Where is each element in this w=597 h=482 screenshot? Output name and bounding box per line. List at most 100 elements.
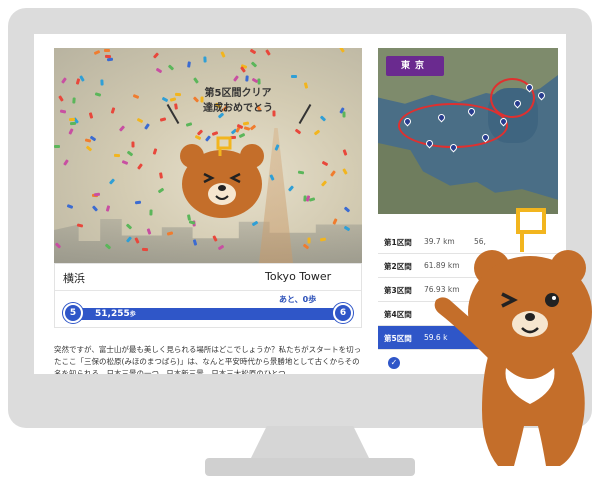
confetti-piece [94,192,101,197]
confetti-piece [187,61,192,68]
section-label: 第2区間 [384,262,412,271]
confetti-piece [91,204,98,212]
confetti-piece [113,153,121,157]
confetti-piece [105,205,111,212]
confetti-piece [161,96,169,103]
confetti-piece [212,234,219,242]
remaining-steps: あと、0歩 [279,295,317,304]
congrats-slash-right [298,103,312,125]
confetti-piece [126,150,134,157]
confetti-piece [265,49,272,56]
confetti-piece [132,94,140,100]
route-progress-card: 横浜 Tokyo Tower あと、0歩 5 6 51,255歩 [54,263,362,328]
confetti-piece [321,180,328,188]
confetti-piece [342,149,348,156]
confetti-piece [249,124,256,131]
confetti-piece [131,141,135,148]
confetti-piece [232,74,239,82]
confetti-piece [85,145,93,152]
check-icon: ✓ [388,357,400,369]
confetti-piece [192,77,199,85]
step-count-value: 51,255 [95,309,130,319]
section-label: 第1区間 [384,238,412,247]
start-node: 5 [63,303,83,323]
confetti-piece [66,204,74,210]
confetti-piece [167,64,175,71]
confetti-piece [339,48,345,54]
bear-mascot-icon [180,136,264,218]
confetti-piece [343,206,351,213]
confetti-piece [58,95,64,102]
monitor-stand-base [205,458,415,476]
confetti-piece [69,121,76,125]
confetti-piece [68,128,74,136]
route-divider [55,290,361,291]
confetti-piece [94,91,102,97]
confetti-piece [109,177,116,185]
confetti-piece [298,170,305,175]
confetti-piece [61,77,68,84]
confetti-piece [59,109,66,114]
confetti-piece [313,129,321,136]
confetti-piece [72,97,76,104]
celebration-photo: 第5区間クリア 達成おめでとう [54,48,362,263]
confetti-piece [242,121,250,126]
congrats-line-1: 第5区間クリア [204,88,272,99]
confetti-piece [203,56,207,63]
confetti-piece [321,160,329,166]
confetti-piece [144,123,151,131]
confetti-piece [158,172,163,179]
confetti-piece [62,158,69,166]
confetti-piece [136,117,144,123]
confetti-piece [303,81,309,89]
congrats-line-2: 達成おめでとう [203,103,273,114]
confetti-piece [153,51,160,59]
confetti-piece [134,201,142,205]
confetti-piece [330,170,337,177]
confetti-piece [125,223,132,230]
article-text: 突然ですが、富士山が最も美しく見られる場所はどこでしょうか？私たちがスタートを切… [54,345,362,374]
confetti-piece [188,220,196,225]
section-label: 第5区間 [384,334,412,343]
confetti-piece [342,167,349,175]
confetti-piece [121,160,129,166]
confetti-piece [250,61,258,68]
confetti-piece [307,237,311,244]
end-node: 6 [333,303,353,323]
confetti-piece [110,106,116,114]
monitor-stand-neck [250,426,370,460]
confetti-piece [146,227,152,235]
map-pin-icon[interactable] [536,90,547,101]
confetti-piece [243,126,251,132]
confetti-piece [249,48,257,54]
congrats-message: 第5区間クリア 達成おめでとう [178,86,298,116]
route-from: 横浜 [63,272,85,285]
confetti-piece [185,122,193,128]
bear-mascot-waving-icon [434,208,592,466]
confetti-piece [149,209,153,216]
confetti-piece [136,163,143,170]
confetti-piece [245,75,249,82]
confetti-piece [319,237,327,242]
confetti-piece [294,128,302,135]
confetti-piece [118,124,125,132]
confetti-piece [99,79,104,87]
section-label: 第4区間 [384,310,412,319]
map-location-tag: 東京 [386,56,444,76]
route-to: Tokyo Tower [265,270,332,283]
confetti-piece [54,145,61,149]
section-label: 第3区間 [384,286,412,295]
confetti-piece [75,78,81,86]
confetti-piece [332,218,338,225]
confetti-piece [104,48,111,52]
confetti-piece [291,75,298,79]
confetti-piece [142,247,149,251]
confetti-piece [157,187,164,194]
confetti-piece [84,138,92,143]
confetti-piece [106,57,113,62]
confetti-piece [93,49,101,55]
confetti-piece [152,148,158,155]
confetti-piece [159,117,166,122]
step-count: 51,255歩 [95,308,136,321]
map-route-line [398,103,508,148]
